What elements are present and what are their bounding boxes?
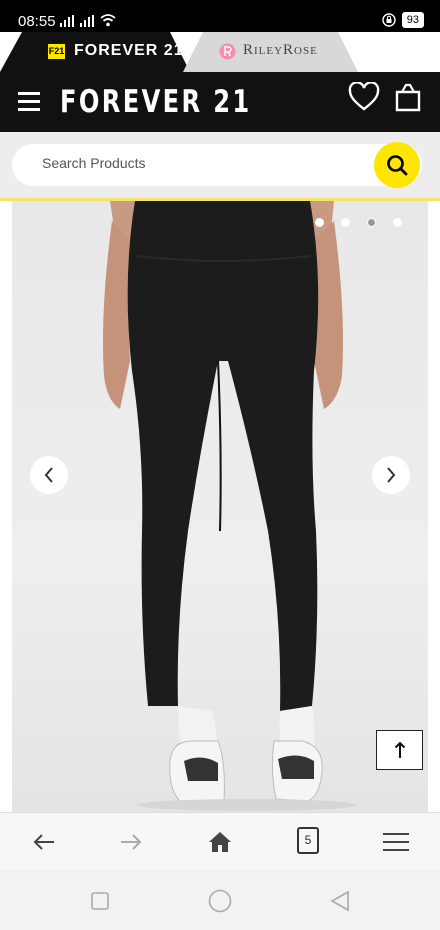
browser-toolbar bbox=[0, 812, 440, 870]
carousel-dot-active[interactable] bbox=[367, 218, 376, 227]
battery-level: 93 bbox=[401, 12, 424, 28]
carousel-dot[interactable] bbox=[315, 218, 324, 227]
tab-rileyrose-label: RileyRose bbox=[243, 42, 318, 58]
shopping-bag-icon[interactable] bbox=[394, 82, 422, 112]
back-button[interactable] bbox=[29, 827, 59, 857]
back-triangle-icon[interactable] bbox=[330, 890, 350, 912]
signal-icon bbox=[80, 15, 94, 27]
system-nav-bar bbox=[0, 870, 440, 930]
search-button[interactable] bbox=[374, 142, 420, 188]
home-button[interactable] bbox=[205, 827, 235, 857]
tab-forever21[interactable]: F21 FOREVER 21 bbox=[0, 32, 190, 72]
carousel-prev-button[interactable] bbox=[30, 456, 68, 494]
chevron-right-icon bbox=[387, 467, 396, 483]
heart-icon[interactable] bbox=[348, 82, 380, 112]
status-time: 08:55 bbox=[18, 13, 56, 30]
forever21-logo[interactable]: FOREVER 21 bbox=[60, 84, 252, 120]
tab-rileyrose[interactable]: RileyRose bbox=[183, 32, 358, 72]
product-image-carousel[interactable] bbox=[12, 201, 428, 812]
tabs-icon[interactable]: 5 bbox=[297, 827, 319, 854]
signal-icon bbox=[60, 15, 74, 27]
search-input[interactable] bbox=[42, 155, 362, 171]
menu-icon bbox=[383, 833, 409, 851]
rileyrose-logo-icon bbox=[219, 43, 236, 60]
carousel-next-button[interactable] bbox=[372, 456, 410, 494]
tab-forever21-label: FOREVER 21 bbox=[74, 42, 184, 59]
carousel-dot[interactable] bbox=[393, 218, 402, 227]
brand-tabs: F21 FOREVER 21 RileyRose bbox=[0, 32, 440, 72]
home-circle-icon[interactable] bbox=[208, 889, 232, 913]
menu-icon[interactable] bbox=[18, 92, 40, 112]
lock-rotation-icon bbox=[382, 13, 396, 27]
arrow-up-icon bbox=[394, 741, 405, 758]
chevron-left-icon bbox=[44, 467, 53, 483]
f21-badge: F21 bbox=[48, 44, 65, 59]
home-icon bbox=[209, 832, 231, 852]
signal-icons bbox=[60, 14, 116, 27]
search-bar[interactable] bbox=[12, 144, 422, 186]
carousel-dots bbox=[315, 218, 402, 227]
product-photo bbox=[103, 201, 357, 811]
browser-menu-button[interactable] bbox=[381, 827, 411, 857]
recent-apps-icon[interactable] bbox=[91, 892, 109, 910]
search-icon bbox=[387, 155, 408, 176]
wifi-icon bbox=[100, 14, 116, 27]
back-arrow-icon bbox=[33, 834, 54, 850]
status-right: 93 bbox=[382, 12, 424, 28]
carousel-dot[interactable] bbox=[341, 218, 350, 227]
scroll-to-top-button[interactable] bbox=[376, 730, 423, 770]
forward-arrow-icon bbox=[121, 834, 142, 850]
forward-button[interactable] bbox=[116, 827, 146, 857]
